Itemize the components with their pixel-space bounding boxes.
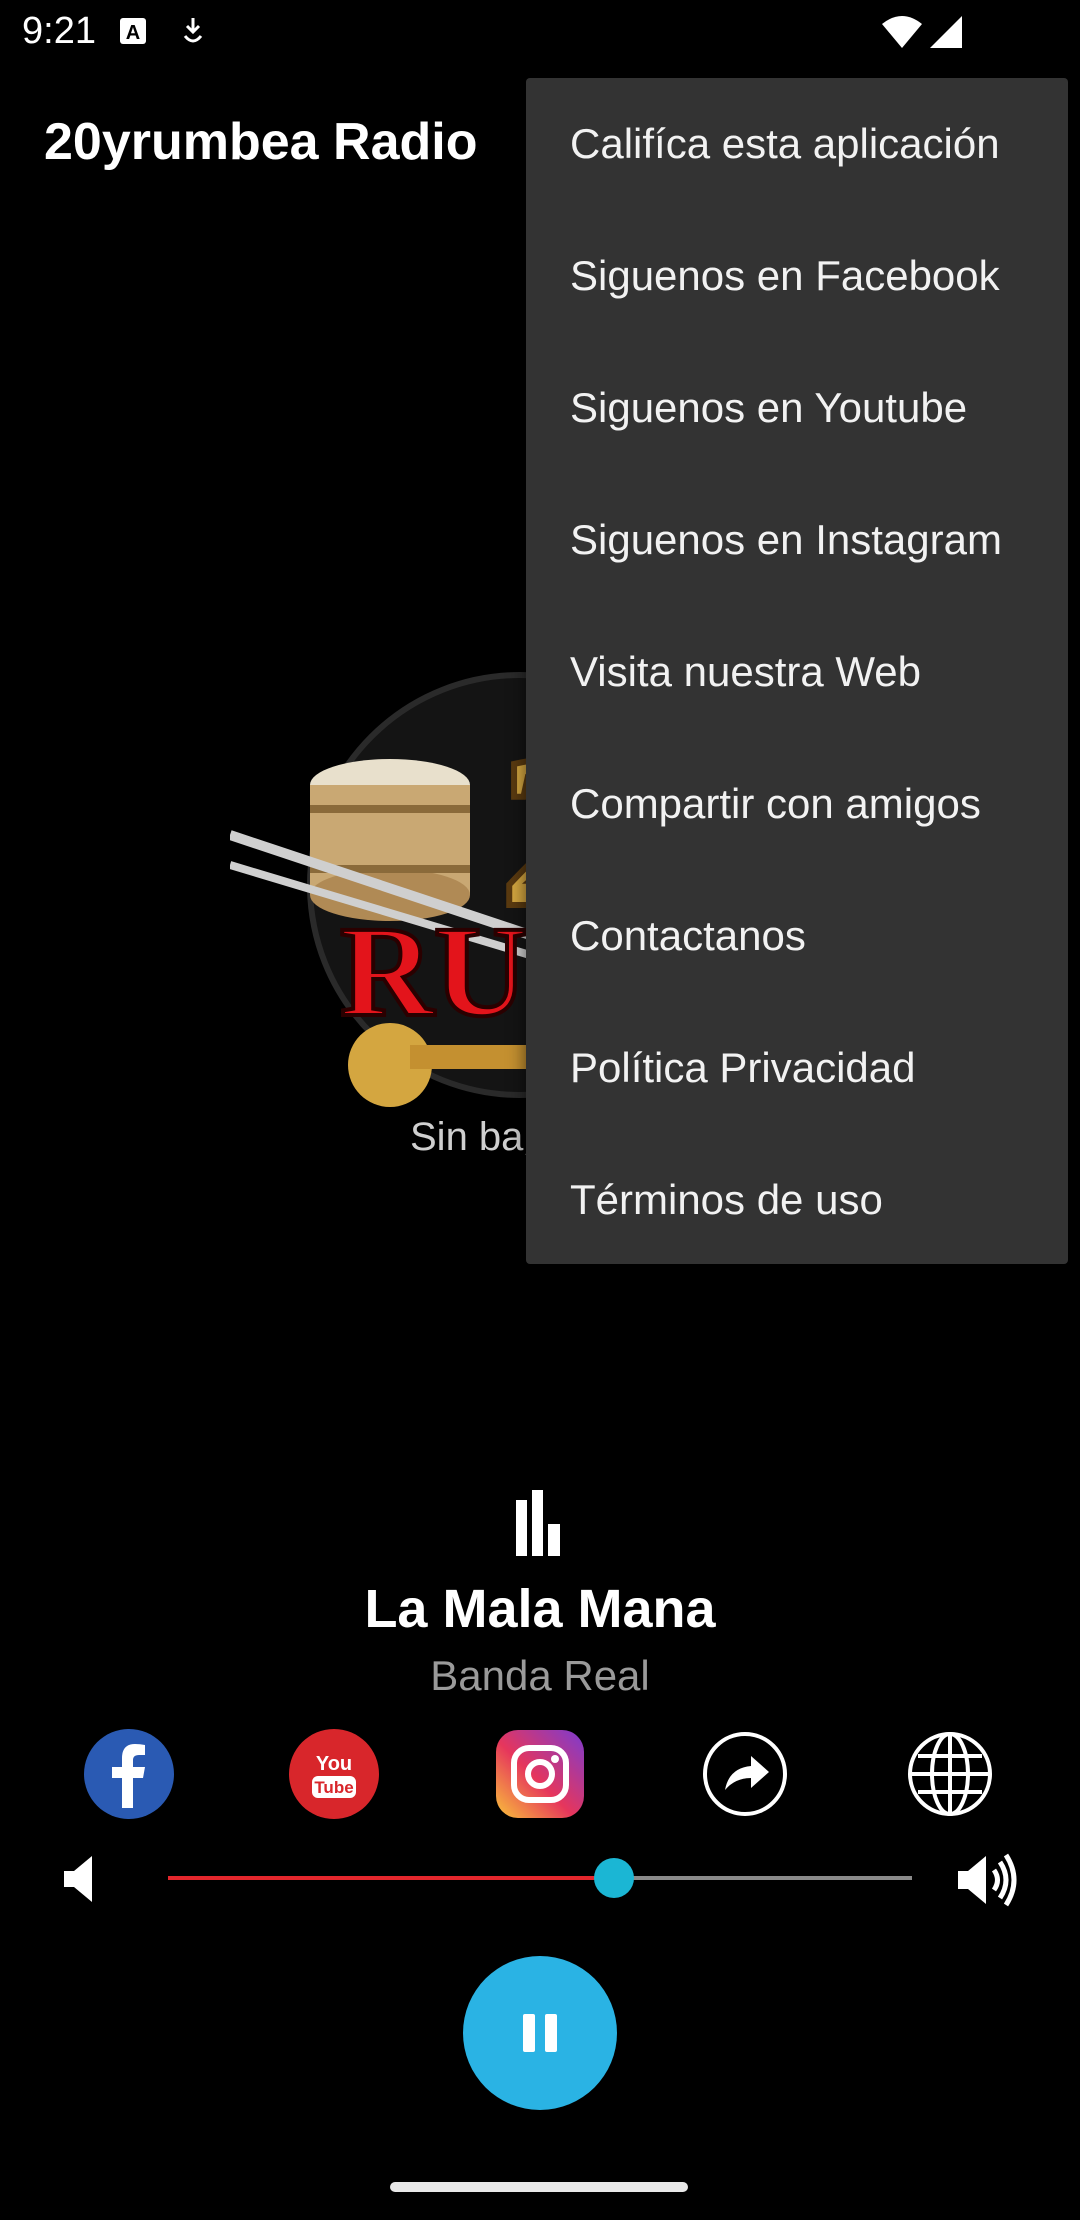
menu-item-facebook[interactable]: Siguenos en Facebook	[526, 210, 1068, 342]
cellular-signal-icon	[928, 14, 964, 55]
pause-button[interactable]	[463, 1956, 617, 2110]
status-time: 9:21	[22, 10, 96, 52]
website-button[interactable]	[904, 1728, 996, 1820]
menu-item-instagram[interactable]: Siguenos en Instagram	[526, 474, 1068, 606]
menu-item-website[interactable]: Visita nuestra Web	[526, 606, 1068, 738]
facebook-button[interactable]	[83, 1728, 175, 1820]
equalizer-icon	[514, 1490, 564, 1561]
menu-item-rate-app[interactable]: Califíca esta aplicación	[526, 78, 1068, 210]
volume-low-icon[interactable]	[62, 1854, 98, 1909]
youtube-button[interactable]: You Tube	[288, 1728, 380, 1820]
download-notification-icon	[178, 14, 208, 53]
pause-icon	[523, 2014, 557, 2052]
overflow-menu: Califíca esta aplicación Siguenos en Fac…	[526, 78, 1068, 1264]
svg-text:A: A	[126, 22, 140, 44]
menu-item-youtube[interactable]: Siguenos en Youtube	[526, 342, 1068, 474]
menu-item-privacy[interactable]: Política Privacidad	[526, 1002, 1068, 1134]
song-title: La Mala Mana	[364, 1579, 716, 1639]
volume-slider-fill	[168, 1876, 615, 1880]
svg-text:Tube: Tube	[314, 1778, 353, 1797]
volume-slider-thumb[interactable]	[594, 1858, 635, 1898]
home-indicator[interactable]	[390, 2182, 688, 2192]
menu-item-terms[interactable]: Términos de uso	[526, 1134, 1068, 1266]
share-button[interactable]	[699, 1728, 791, 1820]
svg-text:You: You	[316, 1753, 352, 1775]
text-a-icon: A	[118, 14, 148, 53]
menu-item-share[interactable]: Compartir con amigos	[526, 738, 1068, 870]
instagram-button[interactable]	[494, 1728, 586, 1820]
instagram-icon	[496, 1730, 584, 1818]
youtube-icon: You Tube	[289, 1729, 379, 1819]
app-title: 20yrumbea Radio	[44, 113, 478, 171]
facebook-icon	[84, 1729, 174, 1819]
wifi-icon	[880, 14, 924, 55]
globe-icon	[908, 1732, 992, 1816]
volume-slider[interactable]	[168, 1858, 912, 1898]
artist-name: Banda Real	[430, 1652, 650, 1699]
status-bar: 9:21 A	[0, 0, 1080, 66]
volume-high-icon[interactable]	[956, 1852, 1020, 1913]
menu-item-contact[interactable]: Contactanos	[526, 870, 1068, 1002]
share-icon	[703, 1732, 787, 1816]
